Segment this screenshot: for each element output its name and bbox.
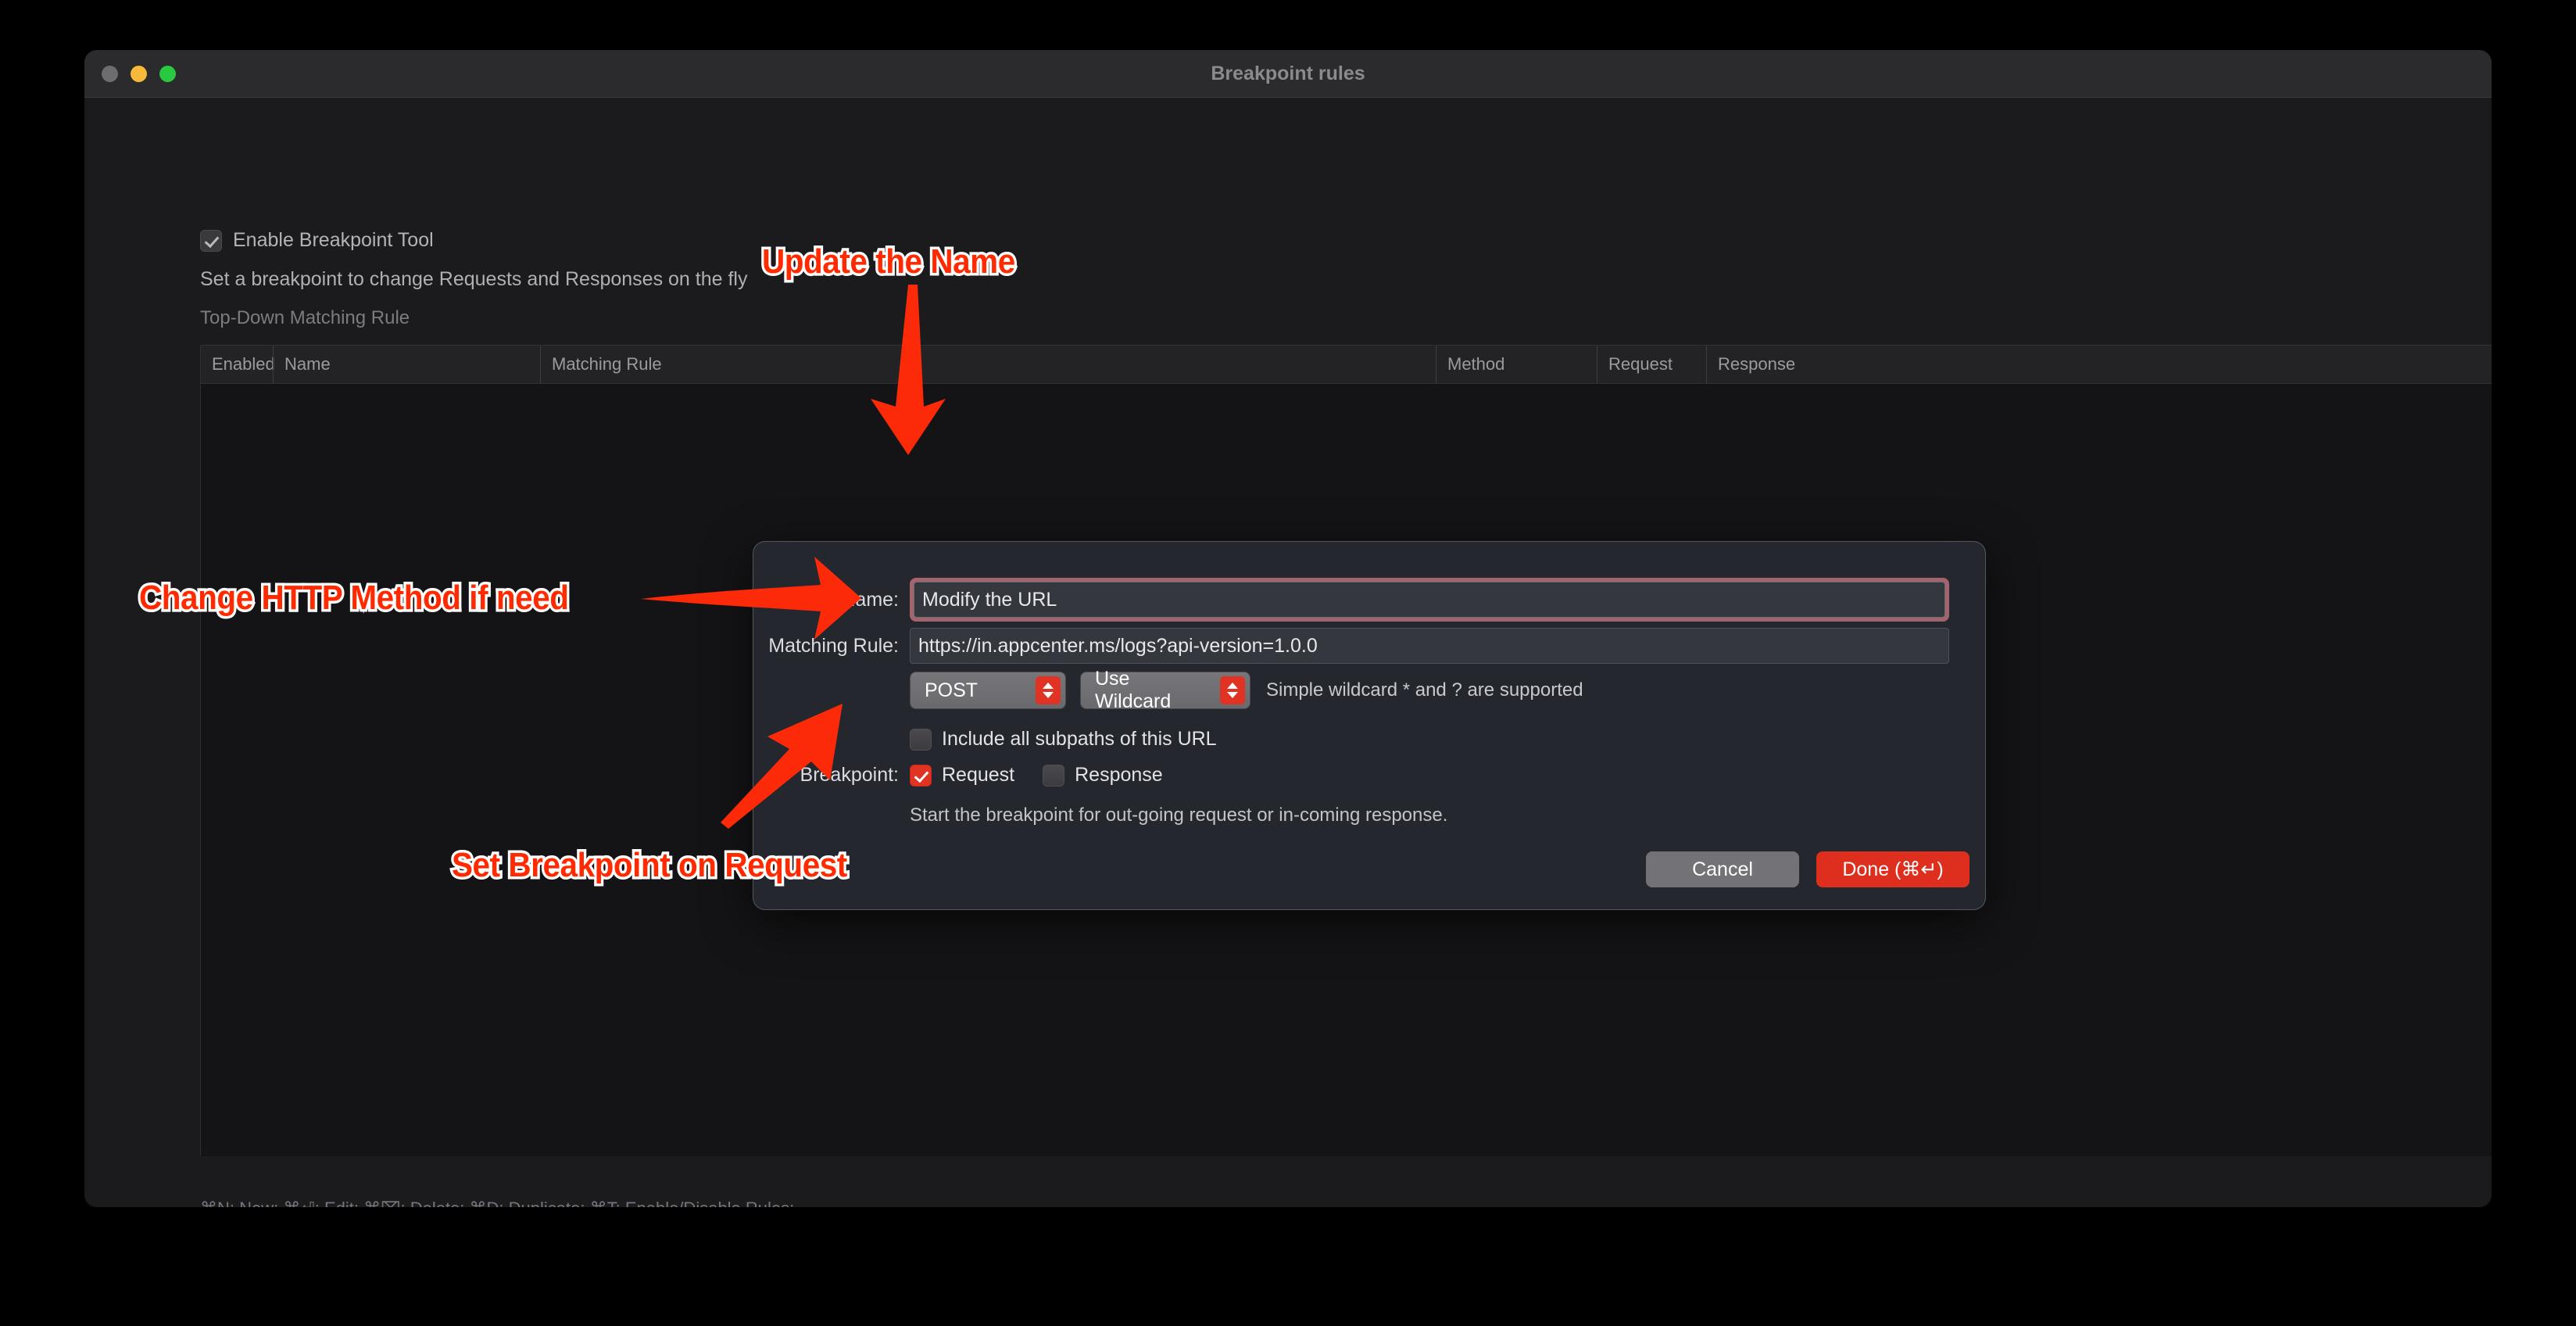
name-field-row: Name: Modify the URL — [753, 578, 1985, 622]
breakpoint-description: Start the breakpoint for out-going reque… — [910, 805, 1448, 826]
enable-breakpoint-tool-checkbox[interactable] — [200, 229, 222, 252]
http-method-select[interactable]: POST — [910, 672, 1066, 709]
http-method-select-value: POST — [925, 679, 979, 701]
window-titlebar: Breakpoint rules — [84, 50, 2492, 98]
chevron-down-icon — [1227, 692, 1238, 698]
table-column-header[interactable]: Enabled — [201, 346, 275, 383]
breakpoint-rules-window: Breakpoint rules Enable Breakpoint Tool … — [84, 50, 2492, 1207]
matching-rule-field-row: Matching Rule: https://in.appcenter.ms/l… — [753, 628, 1985, 664]
updown-chevron-icon — [1220, 676, 1245, 704]
table-column-header[interactable]: Method — [1436, 346, 1597, 383]
breakpoint-response-label: Response — [1075, 764, 1163, 786]
cancel-button[interactable]: Cancel — [1646, 851, 1799, 887]
dialog-action-buttons: Cancel Done (⌘↵) — [1646, 851, 1970, 887]
wildcard-mode-select-value: Use Wildcard — [1095, 668, 1172, 712]
name-input[interactable]: Modify the URL — [914, 582, 1945, 618]
annotation-set-breakpoint: Set Breakpoint on Request — [449, 844, 850, 887]
updown-chevron-icon — [1036, 676, 1061, 704]
include-subpaths-label: Include all subpaths of this URL — [942, 728, 1217, 750]
matching-rule-section-label: Top-Down Matching Rule — [200, 307, 410, 328]
table-column-header[interactable]: Response — [1706, 346, 1823, 383]
annotation-change-http-method: Change HTTP Method if need — [137, 576, 571, 620]
method-and-wildcard-row: POST Use Wildcard Simple wildcard * and … — [910, 668, 1583, 712]
chevron-up-icon — [1227, 683, 1238, 689]
wildcard-mode-select[interactable]: Use Wildcard — [1080, 668, 1250, 712]
include-subpaths-checkbox[interactable] — [910, 728, 932, 751]
arrow-down-to-name-field — [871, 285, 946, 455]
table-column-header[interactable]: Request — [1597, 346, 1706, 383]
enable-breakpoint-tool-label: Enable Breakpoint Tool — [233, 229, 434, 251]
tool-subtitle: Set a breakpoint to change Requests and … — [200, 268, 748, 290]
matching-rule-input[interactable]: https://in.appcenter.ms/logs?api-version… — [910, 628, 1949, 664]
done-button[interactable]: Done (⌘↵) — [1816, 851, 1970, 887]
chevron-down-icon — [1043, 692, 1054, 698]
edit-breakpoint-rule-dialog: Name: Modify the URL Matching Rule: http… — [753, 541, 1986, 910]
breakpoint-response-option[interactable]: Response — [1043, 764, 1163, 787]
breakpoint-request-option[interactable]: Request — [910, 764, 1014, 787]
window-title: Breakpoint rules — [1211, 63, 1365, 84]
wildcard-hint-text: Simple wildcard * and ? are supported — [1266, 679, 1583, 701]
enable-breakpoint-tool-row[interactable]: Enable Breakpoint Tool — [200, 229, 434, 252]
table-column-header[interactable]: Name — [273, 346, 540, 383]
name-field-focus-ring: Modify the URL — [910, 578, 1949, 622]
breakpoint-request-checkbox[interactable] — [910, 764, 932, 787]
chevron-up-icon — [1043, 683, 1054, 689]
arrow-up-to-request-checkbox — [721, 704, 843, 829]
keyboard-shortcuts-hint: ⌘N: New; ⌘⏎: Edit; ⌘⌧: Delete; ⌘D: Dupli… — [200, 1199, 794, 1207]
window-content: Enable Breakpoint Tool Set a breakpoint … — [84, 98, 2492, 1207]
annotation-update-the-name: Update the Name — [760, 240, 1018, 284]
arrow-right-to-method-select — [641, 557, 861, 640]
rules-table-header: Enabled Name Matching Rule Method Request Res… — [201, 346, 2492, 384]
breakpoint-request-label: Request — [942, 764, 1015, 786]
breakpoint-response-checkbox[interactable] — [1043, 764, 1065, 787]
include-subpaths-row[interactable]: Include all subpaths of this URL — [910, 728, 1217, 751]
